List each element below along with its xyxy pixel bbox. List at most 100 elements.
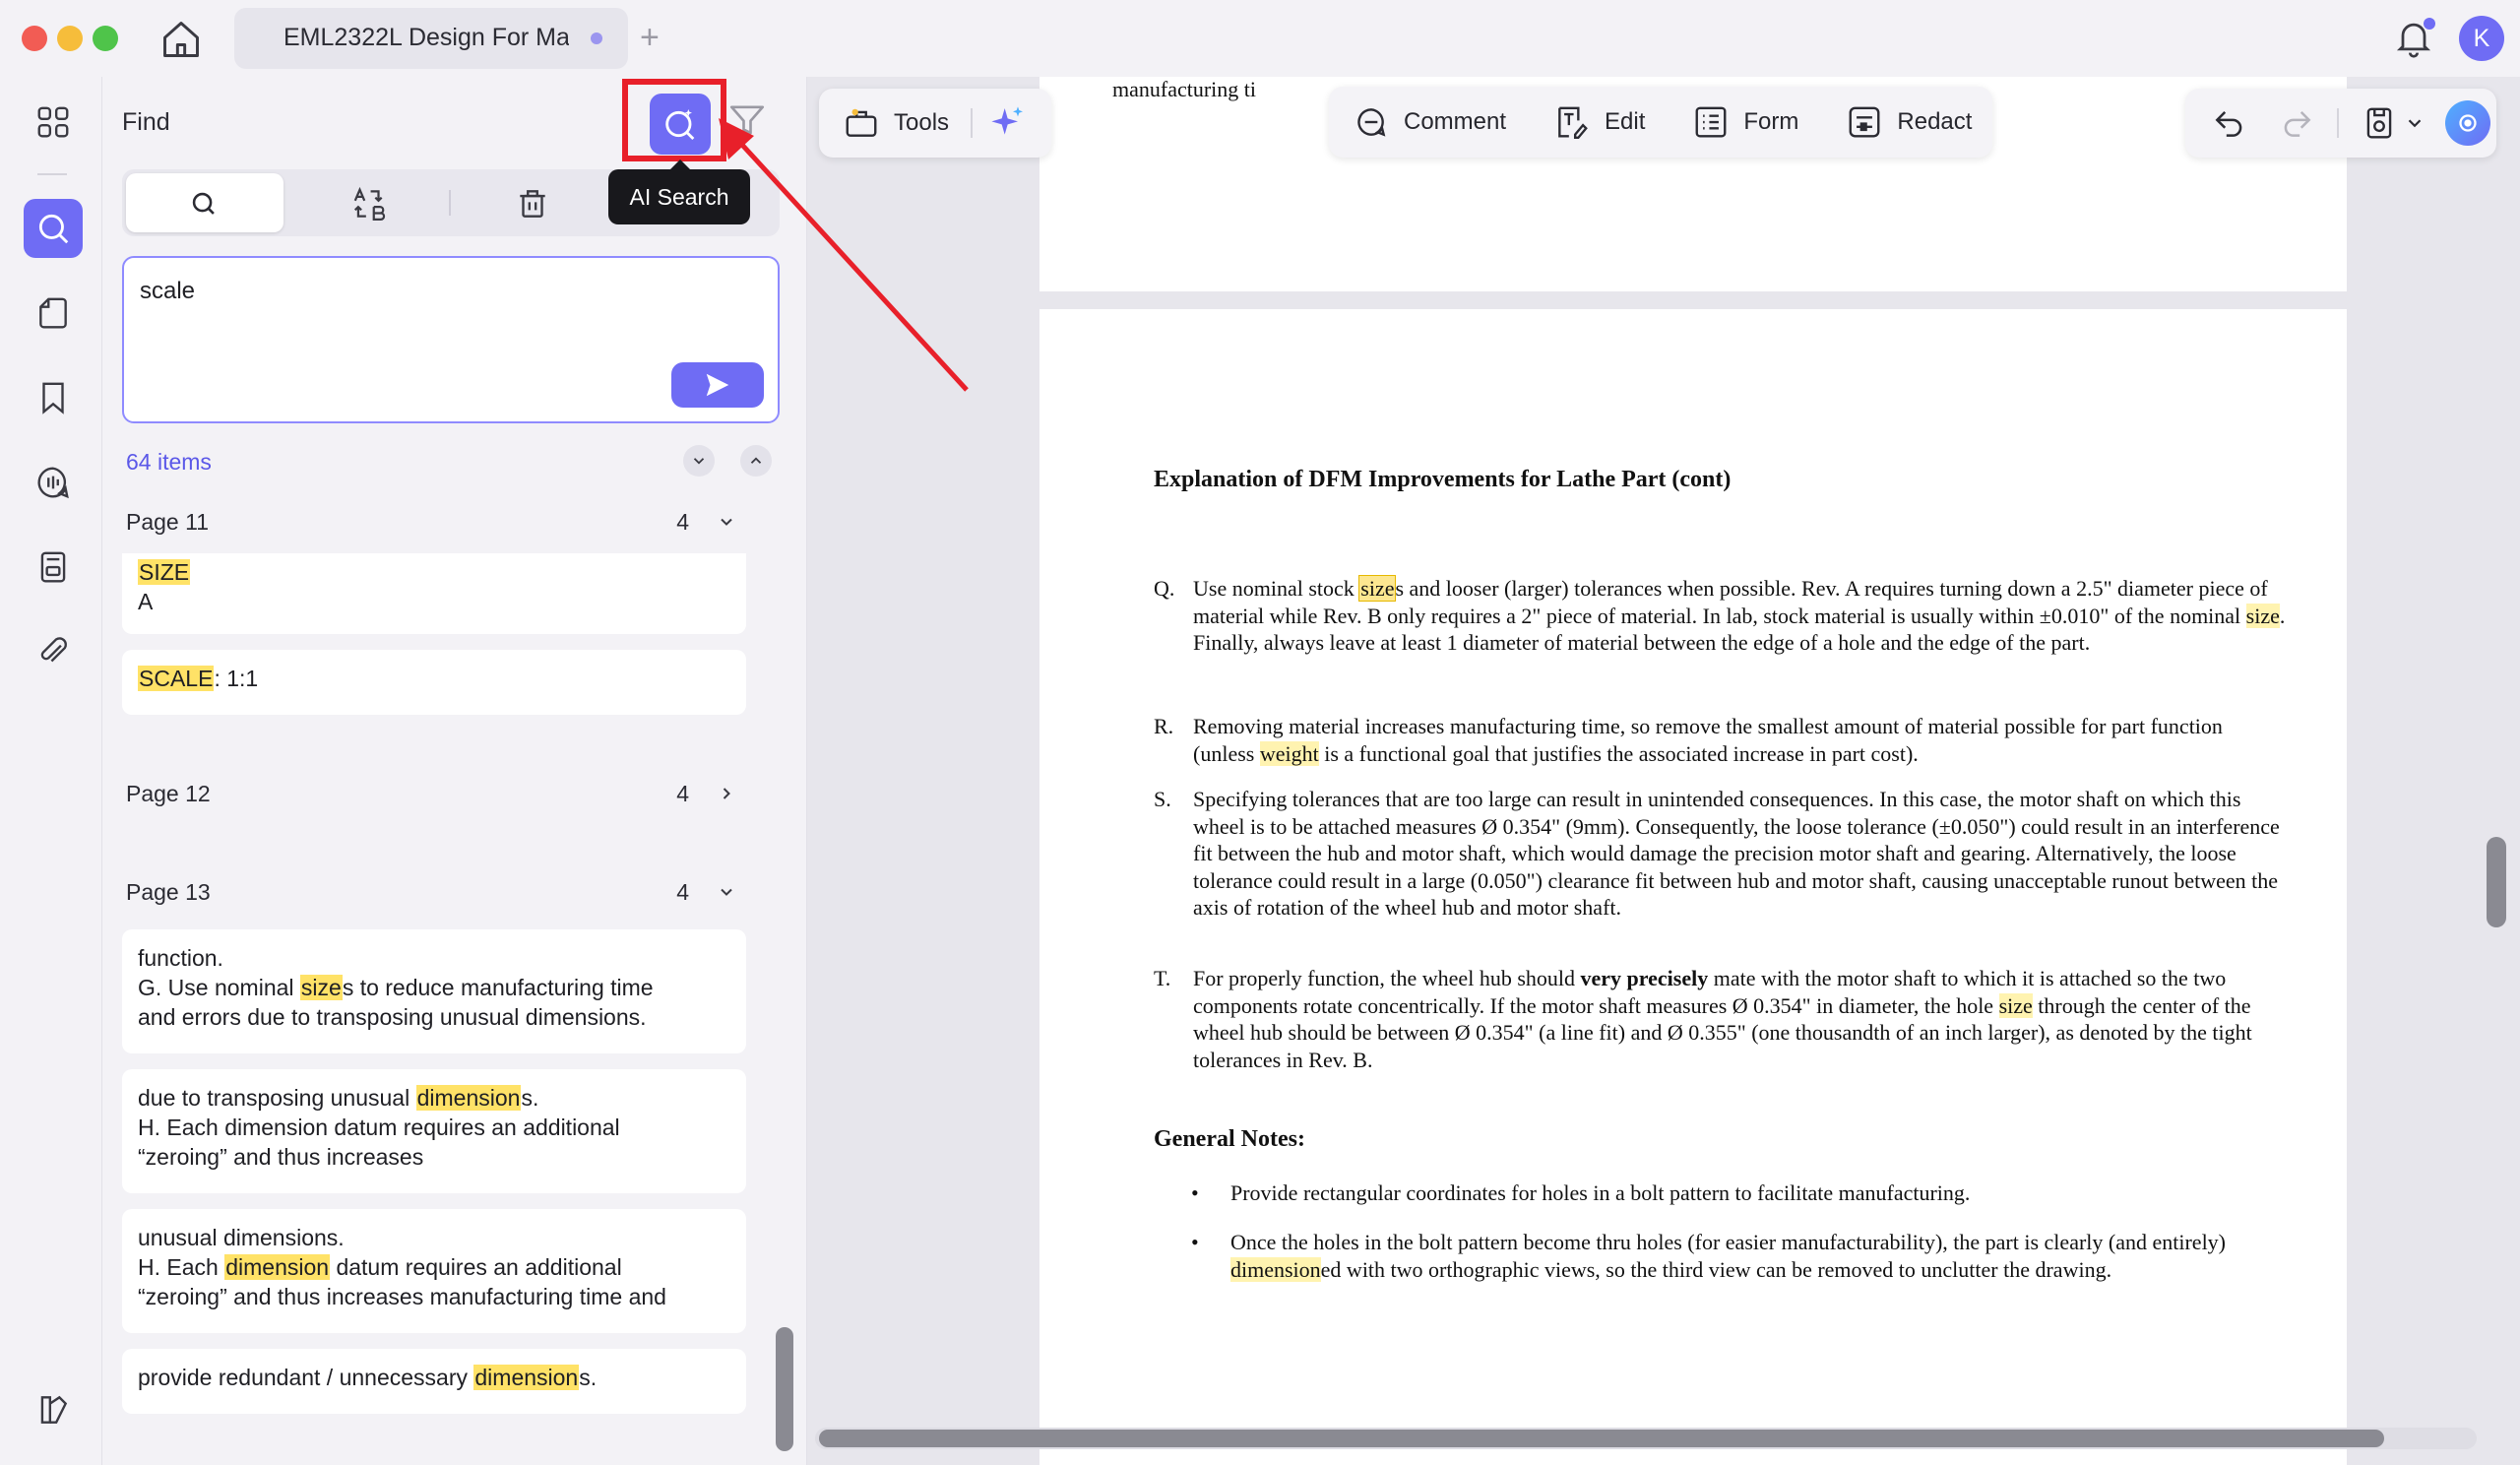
home-icon[interactable] — [159, 18, 203, 61]
bullet-item: • Once the holes in the bolt pattern bec… — [1154, 1229, 2286, 1283]
result-text: s. — [579, 1365, 598, 1390]
chevron-down-icon — [721, 888, 732, 896]
result-text: “zeroing” and thus increases manufacturi… — [138, 1284, 666, 1309]
close-window-button[interactable] — [22, 26, 47, 51]
search-rail-icon[interactable] — [24, 199, 83, 258]
result-match: dimension — [415, 1085, 522, 1111]
replace-icon[interactable] — [350, 185, 388, 223]
notification-dot — [2424, 18, 2435, 30]
result-text: : 1:1 — [214, 666, 259, 691]
result-match: size — [299, 975, 343, 1000]
form-label: Form — [1743, 108, 1799, 135]
pages-icon[interactable] — [24, 284, 83, 343]
search-result-item[interactable]: unusual dimensions. H. Each dimension da… — [122, 1209, 746, 1333]
result-match: dimension — [473, 1365, 580, 1390]
bookmark-icon[interactable] — [24, 368, 83, 427]
result-text: and errors due to transposing unusual di… — [138, 1004, 647, 1030]
find-panel-title: Find — [122, 108, 170, 136]
search-result-item[interactable]: due to transposing unusual dimensions. H… — [122, 1069, 746, 1193]
list-item: R. Removing material increases manufactu… — [1154, 713, 2286, 767]
item-letter: R. — [1154, 714, 1174, 738]
rail-divider — [37, 173, 67, 175]
bullet-dot: • — [1191, 1180, 1199, 1205]
ai-sparkle-icon[interactable] — [988, 103, 1028, 143]
group-page-label: Page 11 — [126, 508, 209, 535]
attachment-icon[interactable] — [24, 622, 83, 681]
text-highlight: weight — [1259, 740, 1319, 766]
chevron-down-icon[interactable] — [2404, 112, 2426, 134]
edit-toolbar: Comment Edit Form Redact — [1329, 87, 1992, 158]
tab-title: EML2322L Design For Manufacturing — [284, 24, 569, 51]
result-text: due to transposing unusual — [138, 1085, 416, 1111]
result-text: “zeroing” and thus increases — [138, 1144, 424, 1170]
redact-icon — [1849, 106, 1880, 138]
bullet-text: Provide rectangular coordinates for hole… — [1230, 1180, 1971, 1205]
redact-button[interactable]: Redact — [1822, 103, 1995, 141]
document-viewport: manufacturing ti Explanation of DFM Impr… — [807, 77, 2520, 1465]
result-text: provide redundant / unnecessary — [138, 1365, 474, 1390]
maximize-window-button[interactable] — [93, 26, 118, 51]
comments-icon[interactable] — [24, 453, 83, 512]
search-input[interactable] — [140, 272, 750, 311]
group-count: 4 — [676, 508, 689, 535]
list-item: T. For properly function, the wheel hub … — [1154, 965, 2286, 1073]
text-highlight: size — [1358, 575, 1397, 602]
user-avatar[interactable]: K — [2459, 16, 2504, 61]
edit-button[interactable]: Edit — [1530, 103, 1669, 141]
search-result-item[interactable]: provide redundant / unnecessary dimensio… — [122, 1349, 746, 1414]
toolbar-divider — [2337, 108, 2339, 138]
save-icon[interactable] — [2361, 104, 2398, 142]
results-scrollbar[interactable] — [776, 1327, 793, 1451]
result-text: function. — [138, 945, 223, 971]
page-text-fragment: manufacturing ti — [1112, 77, 1257, 101]
annotation-arrow — [719, 118, 969, 392]
result-text: H. Each — [138, 1254, 225, 1280]
form-button[interactable]: Form — [1669, 103, 1822, 141]
results-count: 64 items — [126, 449, 212, 475]
result-match: SCALE — [138, 666, 215, 691]
chevron-up-icon — [750, 457, 762, 464]
undo-icon[interactable] — [2211, 104, 2248, 142]
form-icon — [1695, 106, 1727, 138]
tab-unsaved-dot — [591, 32, 602, 44]
previous-result-button[interactable] — [740, 445, 772, 477]
delete-icon[interactable] — [514, 185, 551, 223]
result-match: SIZE — [138, 559, 191, 585]
document-page: Explanation of DFM Improvements for Lath… — [1040, 309, 2347, 1465]
vertical-scrollbar[interactable] — [2487, 837, 2506, 927]
comment-label: Comment — [1404, 108, 1507, 135]
result-text: H. Each dimension datum requires an addi… — [138, 1115, 620, 1140]
group-page-label: Page 12 — [126, 780, 211, 806]
item-text: is a functional goal that justifies the … — [1318, 740, 1919, 766]
search-result-item[interactable]: SCALE: 1:1 — [122, 650, 746, 715]
edit-text-icon — [1558, 106, 1588, 140]
next-result-button[interactable] — [683, 445, 715, 477]
comment-button[interactable]: Comment — [1329, 103, 1530, 141]
history-toolbar — [2185, 89, 2496, 158]
thumbnails-icon[interactable] — [24, 93, 83, 152]
redo-icon[interactable] — [2278, 104, 2315, 142]
layers-icon[interactable] — [24, 1380, 83, 1439]
search-icon — [187, 187, 220, 221]
ai-assistant-icon[interactable] — [2445, 100, 2490, 146]
bullet-text: Once the holes in the bolt pattern becom… — [1230, 1230, 2227, 1254]
redact-label: Redact — [1897, 108, 1973, 135]
result-group-header[interactable]: Page 13 4 — [126, 872, 736, 912]
new-tab-icon[interactable]: + — [640, 18, 673, 57]
comment-icon — [1357, 108, 1386, 137]
toggle-divider — [449, 190, 451, 216]
chevron-down-icon — [721, 518, 732, 526]
result-group-header[interactable]: Page 12 4 — [126, 774, 736, 813]
horizontal-scrollbar[interactable] — [819, 1430, 2384, 1447]
search-result-item[interactable]: function. G. Use nominal sizes to reduce… — [122, 929, 746, 1053]
search-result-item[interactable]: SIZE A — [122, 553, 746, 634]
text-highlight: dimension — [1230, 1256, 1321, 1282]
result-group-header[interactable]: Page 11 4 — [126, 502, 736, 541]
minimize-window-button[interactable] — [57, 26, 83, 51]
item-letter: S. — [1154, 787, 1171, 811]
bullet-item: • Provide rectangular coordinates for ho… — [1154, 1179, 2286, 1207]
result-text: s. — [521, 1085, 539, 1111]
item-text: For properly function, the wheel hub sho… — [1193, 966, 1581, 990]
bold-text: very precisely — [1580, 966, 1709, 990]
stamp-icon[interactable] — [24, 538, 83, 597]
